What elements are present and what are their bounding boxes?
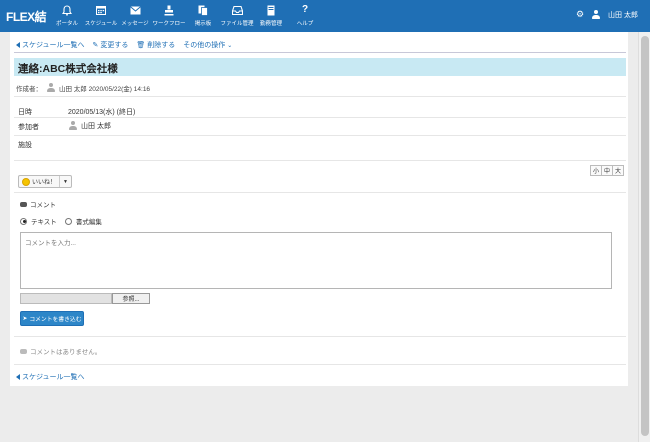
comment-header-label: コメント <box>30 202 56 209</box>
main-nav: ポータル スケジュール メッセージ ワークフロー 掲示板 ファイル管理 勤務管理… <box>50 0 322 32</box>
divider <box>14 52 626 53</box>
divider <box>14 336 626 337</box>
send-icon: ➤ <box>22 315 28 322</box>
user-icon <box>592 9 601 20</box>
inbox-icon <box>231 4 243 16</box>
nav-board[interactable]: 掲示板 <box>186 0 220 32</box>
like-label: いいね！ <box>32 180 57 186</box>
nav-label: ファイル管理 <box>220 21 254 27</box>
like-button[interactable]: いいね！ ▼ <box>18 175 72 188</box>
datetime-value: 2020/05/13(水) (終日) <box>68 109 136 116</box>
creator-info: 作成者： 山田 太郎 2020/05/22(金) 14:16 <box>16 83 150 93</box>
smile-icon <box>22 177 30 186</box>
back-to-list-bottom-link[interactable]: スケジュール一覧へ <box>16 372 85 382</box>
back-to-list-label: スケジュール一覧へ <box>22 374 85 381</box>
nav-portal[interactable]: ポータル <box>50 0 84 32</box>
user-avatar-icon <box>46 83 55 93</box>
divider <box>14 117 626 118</box>
stamp-icon <box>163 4 175 16</box>
rich-mode-label[interactable]: 書式編集 <box>76 216 102 226</box>
nav-file-management[interactable]: ファイル管理 <box>220 0 254 32</box>
nav-workflow[interactable]: ワークフロー <box>152 0 186 32</box>
edit-icon: ✎ <box>92 42 99 49</box>
participant-name: 山田 太郎 <box>81 123 111 130</box>
top-navigation-bar: FLEX結 ポータル スケジュール メッセージ ワークフロー 掲示板 ファイル管… <box>0 0 650 32</box>
datetime-label: 日時 <box>18 109 32 116</box>
timecard-icon <box>265 4 277 16</box>
app-logo[interactable]: FLEX結 <box>6 8 47 25</box>
edit-link[interactable]: ✎ 変更する <box>93 40 129 50</box>
nav-schedule[interactable]: スケジュール <box>84 0 118 32</box>
help-icon: ? <box>301 4 309 15</box>
other-actions-dropdown[interactable]: その他の操作 ⌄ <box>183 40 232 50</box>
rich-mode-radio[interactable] <box>64 217 72 225</box>
trash-icon: 🗑 <box>136 42 146 49</box>
bell-icon <box>61 4 73 16</box>
nav-label: 勤務管理 <box>259 21 282 27</box>
nav-message[interactable]: メッセージ <box>118 0 152 32</box>
calendar-icon <box>95 4 107 16</box>
settings-gear-icon[interactable]: ⚙ <box>576 9 584 20</box>
creator-value: 山田 太郎 2020/05/22(金) 14:16 <box>59 86 151 93</box>
back-arrow-icon <box>16 374 20 380</box>
action-links: スケジュール一覧へ ✎ 変更する 🗑 削除する その他の操作 ⌄ <box>16 40 232 50</box>
empty-comments-text: コメントはありません。 <box>30 349 102 356</box>
font-size-toggle: 小 中 大 <box>590 165 624 176</box>
text-mode-label[interactable]: テキスト <box>31 216 57 226</box>
comment-header: コメント <box>20 199 56 209</box>
schedule-detail-panel: スケジュール一覧へ ✎ 変更する 🗑 削除する その他の操作 ⌄ 連絡:ABC株式会社… <box>10 32 628 386</box>
comment-mode-selector: テキスト 書式編集 <box>20 216 102 226</box>
chevron-down-icon: ⌄ <box>227 42 233 49</box>
facility-label: 施設 <box>18 142 32 149</box>
vertical-scrollbar[interactable] <box>638 32 650 442</box>
divider <box>14 364 626 365</box>
schedule-title: 連絡:ABC株式会社様 <box>18 63 118 75</box>
caret-down-icon[interactable]: ▼ <box>60 179 71 185</box>
comment-bubble-icon <box>20 348 27 354</box>
browse-button[interactable]: 参照... <box>112 293 150 304</box>
nav-label: ポータル <box>55 21 78 27</box>
back-to-list-link[interactable]: スケジュール一覧へ <box>16 40 85 50</box>
file-path-field[interactable] <box>20 293 112 304</box>
empty-comments: コメントはありません。 <box>20 346 101 356</box>
divider <box>14 135 626 136</box>
delete-link[interactable]: 🗑 削除する <box>136 40 175 50</box>
post-comment-label: コメントを書き込む <box>29 317 82 323</box>
back-arrow-icon <box>16 42 20 48</box>
user-area: ⚙ 山田 太郎 <box>576 9 638 20</box>
divider <box>14 160 626 161</box>
user-avatar-icon <box>68 121 77 131</box>
creator-label: 作成者： <box>16 86 42 93</box>
post-comment-button[interactable]: ➤ コメントを書き込む <box>20 311 84 326</box>
font-size-large-button[interactable]: 大 <box>612 165 624 176</box>
envelope-icon <box>129 4 141 16</box>
nav-attendance[interactable]: 勤務管理 <box>254 0 288 32</box>
divider <box>14 192 626 193</box>
comment-bubble-icon <box>20 201 27 207</box>
username[interactable]: 山田 太郎 <box>608 10 638 20</box>
divider <box>14 96 626 97</box>
like-main[interactable]: いいね！ <box>19 176 61 187</box>
nav-label: 掲示板 <box>194 21 212 27</box>
nav-label: ワークフロー <box>152 21 186 27</box>
nav-label: ヘルプ <box>296 21 314 27</box>
nav-label: スケジュール <box>84 21 118 27</box>
schedule-title-bar: 連絡:ABC株式会社様 <box>14 58 626 76</box>
participant-entry: 山田 太郎 <box>68 121 111 131</box>
documents-icon <box>197 4 209 16</box>
nav-help[interactable]: ? ヘルプ <box>288 0 322 32</box>
participants-label: 参加者 <box>18 124 39 131</box>
scrollbar-thumb[interactable] <box>641 36 649 436</box>
text-mode-radio[interactable] <box>20 217 27 225</box>
comment-input[interactable] <box>20 232 612 289</box>
nav-label: メッセージ <box>121 21 149 27</box>
